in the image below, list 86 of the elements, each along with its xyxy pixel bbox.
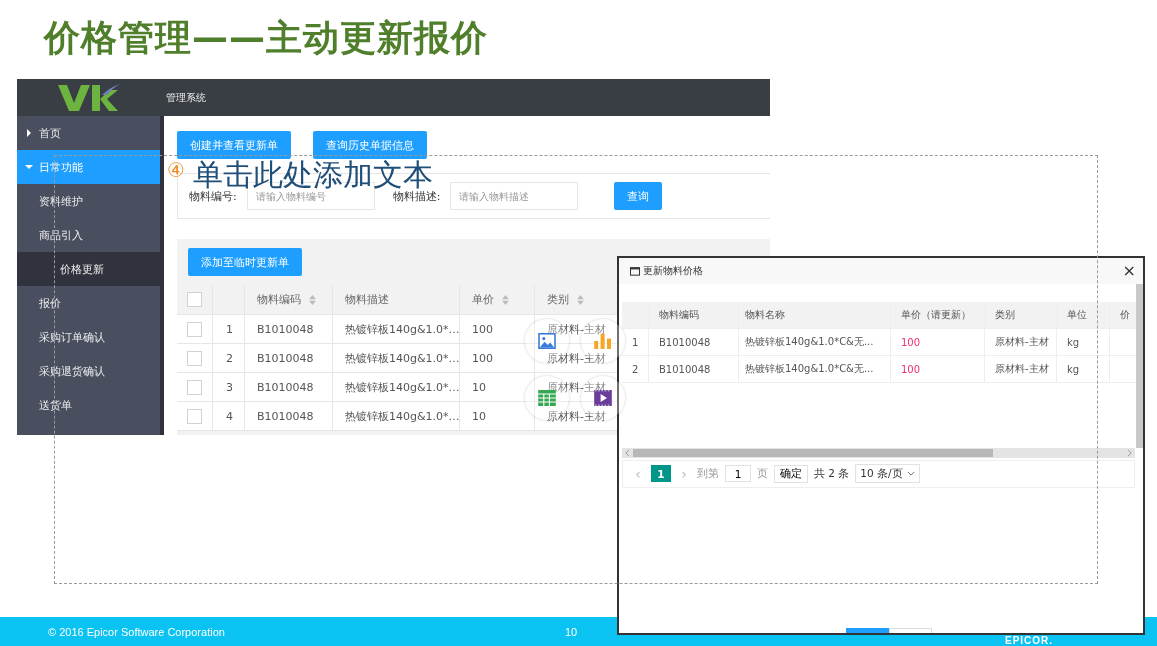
table-cell: 热镀锌板140g&1.0*… [345, 408, 460, 424]
insert-picture-button[interactable] [525, 319, 569, 363]
row-number: 1 [632, 336, 639, 348]
row-number: 2 [632, 363, 639, 375]
row-number: 4 [226, 409, 233, 423]
column-header: 物料编码 [659, 308, 699, 322]
scroll-right-icon[interactable] [1127, 448, 1132, 457]
confirm-button[interactable]: 确定 [774, 464, 808, 483]
page-suffix: 页 [757, 466, 768, 481]
table-cell: 热镀锌板140g&1.0*C&无... [745, 335, 874, 349]
logo-icon [57, 82, 120, 113]
table-icon [537, 390, 557, 406]
table-cell: 原材料-主材 [995, 362, 1049, 376]
table-cell: B1010048 [257, 351, 314, 365]
close-button[interactable]: × [1118, 263, 1140, 279]
column-header[interactable]: 物料编码 [245, 285, 333, 314]
column-header: 价 [1120, 308, 1130, 322]
table-cell: B1010048 [257, 322, 314, 336]
current-page-button[interactable]: 1 [651, 465, 671, 482]
total-count: 共 2 条 [814, 466, 850, 481]
slide-title: 价格管理——主动更新报价 [44, 16, 488, 60]
page-number: 10 [565, 626, 578, 638]
column-header: 物料描述 [333, 285, 460, 314]
table-cell: 热镀锌板140g&1.0*… [345, 379, 460, 395]
copyright-text: © 2016 Epicor Software Corporation [48, 626, 225, 638]
table-cell: B1010048 [659, 336, 711, 348]
sidebar-item[interactable]: 首页 [17, 116, 160, 150]
column-header: 单价（请更新） [901, 308, 971, 322]
dialog-button[interactable] [846, 628, 889, 633]
column-header: 物料名称 [745, 308, 785, 322]
field-label: 物料编号: [189, 189, 237, 204]
table-cell: 100 [901, 336, 921, 348]
row-number: 2 [226, 351, 233, 365]
row-number: 3 [226, 380, 233, 394]
table-cell: B1010048 [257, 409, 314, 423]
field-label: 物料描述: [392, 189, 441, 204]
caret-icon [25, 129, 33, 137]
picture-icon [537, 333, 557, 349]
table-cell: 热镀锌板140g&1.0*C&无... [745, 362, 874, 376]
insert-table-button[interactable] [525, 376, 569, 420]
brand-logo: EPICOR. [1005, 636, 1054, 646]
checkbox[interactable] [187, 292, 202, 307]
search-field[interactable]: 请输入物料描述 [450, 182, 579, 210]
goto-label: 到第 [697, 466, 719, 481]
column-header[interactable]: 单价 [460, 285, 535, 314]
sort-icon[interactable] [502, 294, 509, 305]
table-cell: 原材料-主材 [547, 350, 606, 366]
table-cell: 100 [472, 322, 493, 336]
row-number: 1 [226, 322, 233, 336]
table-cell: 原材料-主材 [547, 408, 606, 424]
table-cell: B1010048 [257, 380, 314, 394]
sidebar-item[interactable]: 价格更新 [17, 252, 160, 286]
page-input[interactable]: 1 [725, 465, 751, 482]
table-cell: kg [1067, 363, 1080, 375]
scroll-left-icon[interactable] [625, 448, 630, 457]
checkbox[interactable] [187, 321, 202, 337]
video-icon [593, 390, 613, 406]
sort-icon[interactable] [577, 294, 584, 305]
table-cell: 热镀锌板140g&1.0*… [345, 350, 460, 366]
dialog-button[interactable] [889, 628, 932, 633]
header-title: 管理系统 [166, 90, 206, 105]
step-number: ④ [167, 160, 185, 180]
caret-icon [906, 471, 915, 476]
checkbox[interactable] [187, 350, 202, 366]
caret-icon [25, 163, 33, 171]
table-cell: 热镀锌板140g&1.0*… [345, 321, 460, 337]
table-cell: B1010048 [659, 363, 711, 375]
scrollbar[interactable] [1136, 284, 1143, 448]
bar-chart-icon [593, 333, 613, 349]
column-header: 单位 [1067, 308, 1087, 322]
page-size-select[interactable]: 10 条/页 [855, 464, 920, 483]
checkbox[interactable] [187, 408, 202, 424]
table-cell: 原材料-主材 [995, 335, 1049, 349]
table-cell: 10 [472, 409, 486, 423]
sort-icon[interactable] [309, 294, 316, 305]
dialog-title: 更新物料价格 [643, 264, 703, 278]
window-icon [630, 266, 640, 276]
checkbox[interactable] [187, 379, 202, 395]
table-cell: kg [1067, 336, 1080, 348]
table-cell: 100 [472, 351, 493, 365]
insert-chart-button[interactable] [581, 319, 625, 363]
table-cell: 100 [901, 363, 921, 375]
table-cell: 10 [472, 380, 486, 394]
insert-video-button[interactable] [581, 376, 625, 420]
column-header: 类别 [995, 308, 1015, 322]
scrollbar[interactable] [622, 447, 1135, 458]
